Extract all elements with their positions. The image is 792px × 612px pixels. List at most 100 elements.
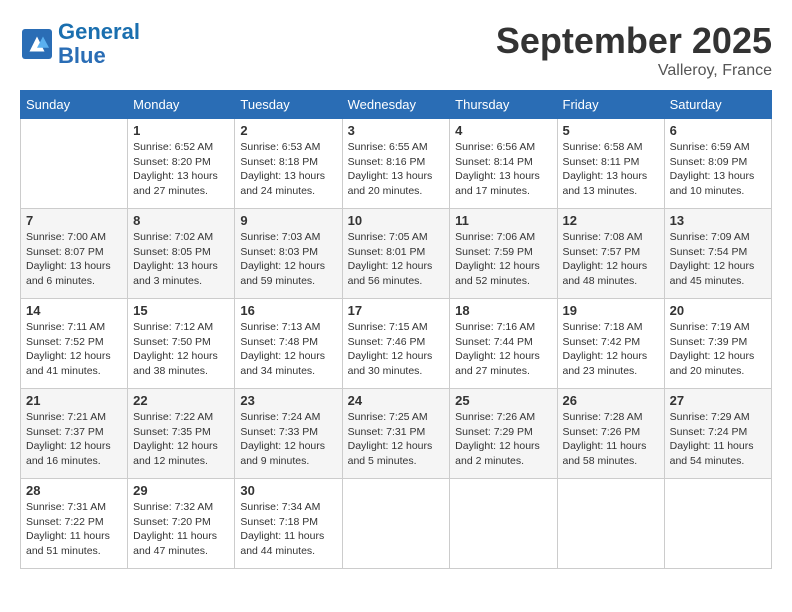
logo-line1: General bbox=[58, 19, 140, 44]
cell-info: Sunrise: 7:13 AMSunset: 7:48 PMDaylight:… bbox=[240, 320, 336, 379]
calendar-cell: 26 Sunrise: 7:28 AMSunset: 7:26 PMDayligh… bbox=[557, 389, 664, 479]
day-number: 19 bbox=[563, 303, 659, 318]
cell-info: Sunrise: 7:28 AMSunset: 7:26 PMDaylight:… bbox=[563, 410, 659, 469]
cell-info: Sunrise: 7:21 AMSunset: 7:37 PMDaylight:… bbox=[26, 410, 122, 469]
day-number: 10 bbox=[348, 213, 445, 228]
cell-info: Sunrise: 6:53 AMSunset: 8:18 PMDaylight:… bbox=[240, 140, 336, 199]
day-number: 26 bbox=[563, 393, 659, 408]
cell-info: Sunrise: 6:56 AMSunset: 8:14 PMDaylight:… bbox=[455, 140, 551, 199]
logo-line2: Blue bbox=[58, 43, 106, 68]
calendar-cell: 18 Sunrise: 7:16 AMSunset: 7:44 PMDayligh… bbox=[450, 299, 557, 389]
calendar-cell: 10 Sunrise: 7:05 AMSunset: 8:01 PMDayligh… bbox=[342, 209, 450, 299]
logo-icon bbox=[22, 29, 52, 59]
cell-info: Sunrise: 7:32 AMSunset: 7:20 PMDaylight:… bbox=[133, 500, 229, 559]
calendar-cell: 25 Sunrise: 7:26 AMSunset: 7:29 PMDayligh… bbox=[450, 389, 557, 479]
calendar-cell bbox=[450, 479, 557, 569]
cell-info: Sunrise: 7:06 AMSunset: 7:59 PMDaylight:… bbox=[455, 230, 551, 289]
day-number: 30 bbox=[240, 483, 336, 498]
calendar-cell: 3 Sunrise: 6:55 AMSunset: 8:16 PMDaylight… bbox=[342, 119, 450, 209]
cell-info: Sunrise: 6:58 AMSunset: 8:11 PMDaylight:… bbox=[563, 140, 659, 199]
logo-text: General Blue bbox=[58, 20, 140, 68]
day-number: 5 bbox=[563, 123, 659, 138]
cell-info: Sunrise: 7:24 AMSunset: 7:33 PMDaylight:… bbox=[240, 410, 336, 469]
cell-info: Sunrise: 7:26 AMSunset: 7:29 PMDaylight:… bbox=[455, 410, 551, 469]
calendar-cell: 27 Sunrise: 7:29 AMSunset: 7:24 PMDayligh… bbox=[664, 389, 771, 479]
day-header-tuesday: Tuesday bbox=[235, 91, 342, 119]
day-number: 25 bbox=[455, 393, 551, 408]
calendar-cell: 16 Sunrise: 7:13 AMSunset: 7:48 PMDayligh… bbox=[235, 299, 342, 389]
day-header-saturday: Saturday bbox=[664, 91, 771, 119]
day-number: 17 bbox=[348, 303, 445, 318]
cell-info: Sunrise: 7:15 AMSunset: 7:46 PMDaylight:… bbox=[348, 320, 445, 379]
calendar-cell bbox=[21, 119, 128, 209]
calendar-cell: 13Sunrise: 7:09 AMSunset: 7:54 PMDayligh… bbox=[664, 209, 771, 299]
cell-info: Sunrise: 7:29 AMSunset: 7:24 PMDaylight:… bbox=[670, 410, 766, 469]
day-number: 27 bbox=[670, 393, 766, 408]
day-number: 7 bbox=[26, 213, 122, 228]
cell-info: Sunrise: 7:19 AMSunset: 7:39 PMDaylight:… bbox=[670, 320, 766, 379]
cell-info: Sunrise: 7:08 AMSunset: 7:57 PMDaylight:… bbox=[563, 230, 659, 289]
day-number: 18 bbox=[455, 303, 551, 318]
day-number: 4 bbox=[455, 123, 551, 138]
day-number: 29 bbox=[133, 483, 229, 498]
calendar-cell: 17 Sunrise: 7:15 AMSunset: 7:46 PMDayligh… bbox=[342, 299, 450, 389]
cell-info: Sunrise: 7:02 AMSunset: 8:05 PMDaylight:… bbox=[133, 230, 229, 289]
week-row-2: 7Sunrise: 7:00 AMSunset: 8:07 PMDaylight… bbox=[21, 209, 772, 299]
calendar-cell bbox=[557, 479, 664, 569]
day-number: 13 bbox=[670, 213, 766, 228]
cell-info: Sunrise: 7:25 AMSunset: 7:31 PMDaylight:… bbox=[348, 410, 445, 469]
day-number: 12 bbox=[563, 213, 659, 228]
page-header: General Blue September 2025 Valleroy, Fr… bbox=[20, 20, 772, 80]
cell-info: Sunrise: 7:11 AMSunset: 7:52 PMDaylight:… bbox=[26, 320, 122, 379]
calendar-cell: 5 Sunrise: 6:58 AMSunset: 8:11 PMDaylight… bbox=[557, 119, 664, 209]
cell-info: Sunrise: 7:18 AMSunset: 7:42 PMDaylight:… bbox=[563, 320, 659, 379]
calendar-cell: 20 Sunrise: 7:19 AMSunset: 7:39 PMDayligh… bbox=[664, 299, 771, 389]
logo: General Blue bbox=[20, 20, 140, 68]
title-block: September 2025 Valleroy, France bbox=[496, 20, 772, 80]
location-title: Valleroy, France bbox=[496, 62, 772, 80]
day-number: 22 bbox=[133, 393, 229, 408]
cell-info: Sunrise: 7:16 AMSunset: 7:44 PMDaylight:… bbox=[455, 320, 551, 379]
day-number: 3 bbox=[348, 123, 445, 138]
calendar-cell: 23Sunrise: 7:24 AMSunset: 7:33 PMDayligh… bbox=[235, 389, 342, 479]
day-header-sunday: Sunday bbox=[21, 91, 128, 119]
calendar-cell: 15Sunrise: 7:12 AMSunset: 7:50 PMDayligh… bbox=[128, 299, 235, 389]
calendar-cell: 11Sunrise: 7:06 AMSunset: 7:59 PMDayligh… bbox=[450, 209, 557, 299]
day-number: 24 bbox=[348, 393, 445, 408]
calendar-cell: 12 Sunrise: 7:08 AMSunset: 7:57 PMDayligh… bbox=[557, 209, 664, 299]
calendar-cell: 24 Sunrise: 7:25 AMSunset: 7:31 PMDayligh… bbox=[342, 389, 450, 479]
calendar-cell: 9Sunrise: 7:03 AMSunset: 8:03 PMDaylight… bbox=[235, 209, 342, 299]
week-row-5: 28Sunrise: 7:31 AMSunset: 7:22 PMDayligh… bbox=[21, 479, 772, 569]
day-number: 6 bbox=[670, 123, 766, 138]
day-number: 1 bbox=[133, 123, 229, 138]
cell-info: Sunrise: 6:52 AMSunset: 8:20 PMDaylight:… bbox=[133, 140, 229, 199]
calendar-cell bbox=[342, 479, 450, 569]
calendar-cell: 2Sunrise: 6:53 AMSunset: 8:18 PMDaylight… bbox=[235, 119, 342, 209]
calendar-cell: 4 Sunrise: 6:56 AMSunset: 8:14 PMDaylight… bbox=[450, 119, 557, 209]
day-number: 16 bbox=[240, 303, 336, 318]
calendar-cell: 19 Sunrise: 7:18 AMSunset: 7:42 PMDayligh… bbox=[557, 299, 664, 389]
cell-info: Sunrise: 7:12 AMSunset: 7:50 PMDaylight:… bbox=[133, 320, 229, 379]
calendar-cell: 30 Sunrise: 7:34 AMSunset: 7:18 PMDayligh… bbox=[235, 479, 342, 569]
week-row-3: 14 Sunrise: 7:11 AMSunset: 7:52 PMDayligh… bbox=[21, 299, 772, 389]
day-number: 14 bbox=[26, 303, 122, 318]
day-number: 20 bbox=[670, 303, 766, 318]
month-title: September 2025 bbox=[496, 20, 772, 62]
cell-info: Sunrise: 6:55 AMSunset: 8:16 PMDaylight:… bbox=[348, 140, 445, 199]
week-row-4: 21 Sunrise: 7:21 AMSunset: 7:37 PMDayligh… bbox=[21, 389, 772, 479]
cell-info: Sunrise: 7:05 AMSunset: 8:01 PMDaylight:… bbox=[348, 230, 445, 289]
calendar-cell: 28Sunrise: 7:31 AMSunset: 7:22 PMDayligh… bbox=[21, 479, 128, 569]
day-header-thursday: Thursday bbox=[450, 91, 557, 119]
calendar-table: SundayMondayTuesdayWednesdayThursdayFrid… bbox=[20, 90, 772, 569]
day-number: 9 bbox=[240, 213, 336, 228]
cell-info: Sunrise: 6:59 AMSunset: 8:09 PMDaylight:… bbox=[670, 140, 766, 199]
calendar-cell: 1 Sunrise: 6:52 AMSunset: 8:20 PMDaylight… bbox=[128, 119, 235, 209]
header-row: SundayMondayTuesdayWednesdayThursdayFrid… bbox=[21, 91, 772, 119]
day-number: 8 bbox=[133, 213, 229, 228]
calendar-cell: 21 Sunrise: 7:21 AMSunset: 7:37 PMDayligh… bbox=[21, 389, 128, 479]
day-number: 21 bbox=[26, 393, 122, 408]
calendar-cell: 29 Sunrise: 7:32 AMSunset: 7:20 PMDayligh… bbox=[128, 479, 235, 569]
calendar-cell: 7Sunrise: 7:00 AMSunset: 8:07 PMDaylight… bbox=[21, 209, 128, 299]
cell-info: Sunrise: 7:34 AMSunset: 7:18 PMDaylight:… bbox=[240, 500, 336, 559]
day-number: 28 bbox=[26, 483, 122, 498]
